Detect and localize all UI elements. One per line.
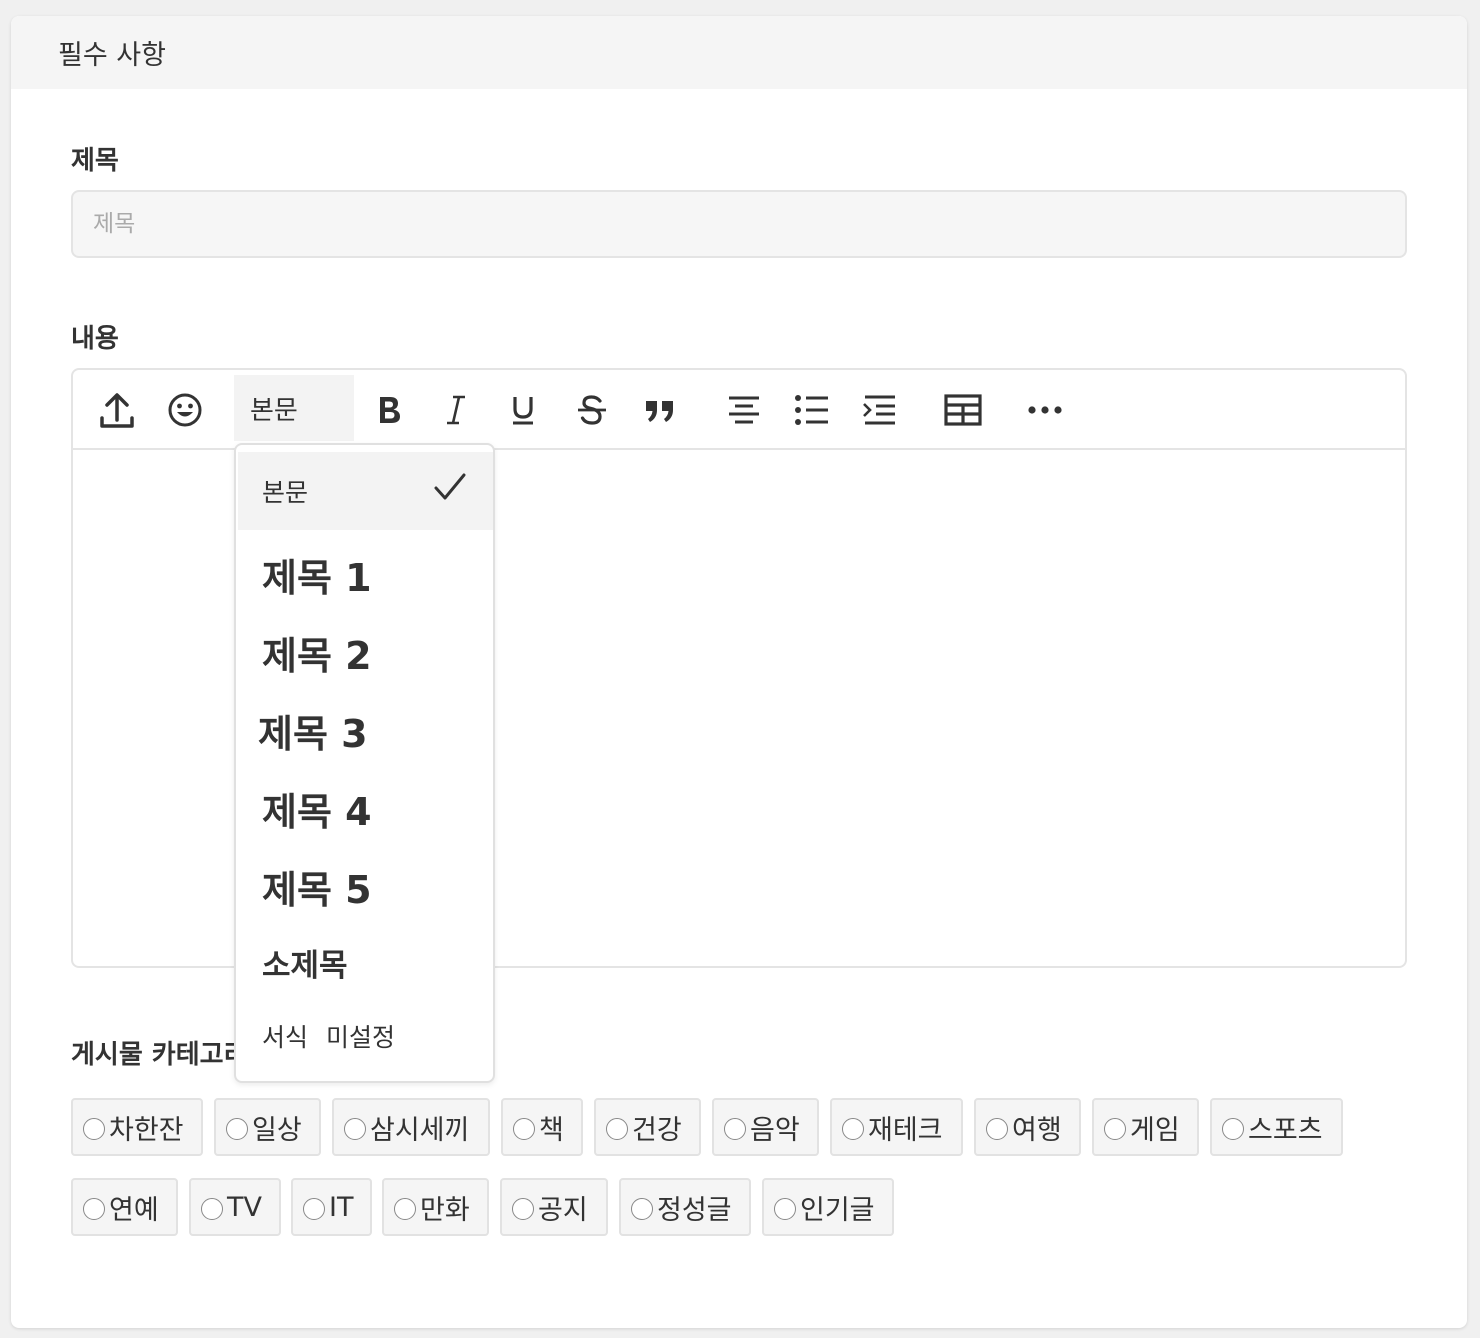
radio-button[interactable] <box>724 1118 746 1140</box>
category-option[interactable]: 게임 <box>1092 1098 1199 1156</box>
section-header: 필수 사항 <box>11 16 1467 89</box>
radio-button[interactable] <box>394 1198 416 1220</box>
category-option[interactable]: 정성글 <box>619 1178 751 1236</box>
category-option[interactable]: IT <box>291 1178 372 1236</box>
title-label: 제목 <box>71 146 119 176</box>
content-label: 내용 <box>71 324 119 354</box>
format-select[interactable]: 본문 <box>234 375 354 441</box>
align-center-icon[interactable] <box>718 384 770 436</box>
table-icon[interactable] <box>937 384 989 436</box>
radio-button[interactable] <box>344 1118 366 1140</box>
radio-button[interactable] <box>986 1118 1008 1140</box>
radio-button[interactable] <box>513 1118 535 1140</box>
radio-button[interactable] <box>303 1198 325 1220</box>
radio-button[interactable] <box>201 1198 223 1220</box>
quote-icon[interactable] <box>634 384 686 436</box>
category-option[interactable]: 스포츠 <box>1210 1098 1343 1156</box>
category-option[interactable]: 재테크 <box>830 1098 963 1156</box>
underline-icon[interactable] <box>497 384 549 436</box>
category-option[interactable]: 삼시세끼 <box>332 1098 490 1156</box>
radio-button[interactable] <box>83 1198 105 1220</box>
checkmark-icon <box>433 472 467 508</box>
radio-button[interactable] <box>842 1118 864 1140</box>
category-option[interactable]: 인기글 <box>762 1178 894 1236</box>
radio-button[interactable] <box>774 1198 796 1220</box>
format-option-heading-2[interactable]: 제목 2 <box>238 613 493 691</box>
format-option-heading-4[interactable]: 제목 4 <box>238 769 493 847</box>
format-option-heading-5[interactable]: 제목 5 <box>238 847 493 925</box>
category-label: 게시물 카테고리 <box>71 1040 248 1070</box>
format-option-none[interactable]: 서식 미설정 <box>238 999 493 1073</box>
format-option-heading-3[interactable]: 제목 3 <box>238 691 493 769</box>
category-option[interactable]: 일상 <box>214 1098 321 1156</box>
category-option[interactable]: 건강 <box>594 1098 701 1156</box>
radio-button[interactable] <box>1104 1118 1126 1140</box>
radio-button[interactable] <box>226 1118 248 1140</box>
editor-toolbar: 본문 <box>73 370 1405 450</box>
format-option-heading-1[interactable]: 제목 1 <box>238 535 493 613</box>
title-input[interactable] <box>71 190 1407 258</box>
bullet-list-icon[interactable] <box>786 384 838 436</box>
section-title: 필수 사항 <box>58 40 166 71</box>
format-option-body[interactable]: 본문 <box>238 452 493 530</box>
italic-icon[interactable] <box>430 384 482 436</box>
format-option-subheading[interactable]: 소제목 <box>238 925 493 999</box>
radio-button[interactable] <box>606 1118 628 1140</box>
format-select-value: 본문 <box>250 395 298 426</box>
required-section-card: 필수 사항 제목 내용 본문 <box>11 16 1467 1328</box>
category-option[interactable]: 만화 <box>382 1178 489 1236</box>
format-dropdown-menu: 본문 제목 1 제목 2 제목 3 제목 4 제목 5 소제목 서식 미설정 <box>234 443 495 1083</box>
radio-button[interactable] <box>512 1198 534 1220</box>
bold-icon[interactable] <box>363 384 415 436</box>
upload-icon[interactable] <box>91 384 143 436</box>
more-icon[interactable] <box>1019 384 1071 436</box>
category-option[interactable]: 연예 <box>71 1178 178 1236</box>
radio-button[interactable] <box>631 1198 653 1220</box>
radio-button[interactable] <box>83 1118 105 1140</box>
category-option[interactable]: 차한잔 <box>71 1098 203 1156</box>
category-option[interactable]: 공지 <box>500 1178 608 1236</box>
indent-icon[interactable] <box>854 384 906 436</box>
strikethrough-icon[interactable] <box>566 384 618 436</box>
emoji-icon[interactable] <box>159 384 211 436</box>
category-option[interactable]: TV <box>189 1178 281 1236</box>
category-option[interactable]: 책 <box>501 1098 583 1156</box>
category-option[interactable]: 여행 <box>974 1098 1081 1156</box>
category-option[interactable]: 음악 <box>712 1098 819 1156</box>
radio-button[interactable] <box>1222 1118 1244 1140</box>
